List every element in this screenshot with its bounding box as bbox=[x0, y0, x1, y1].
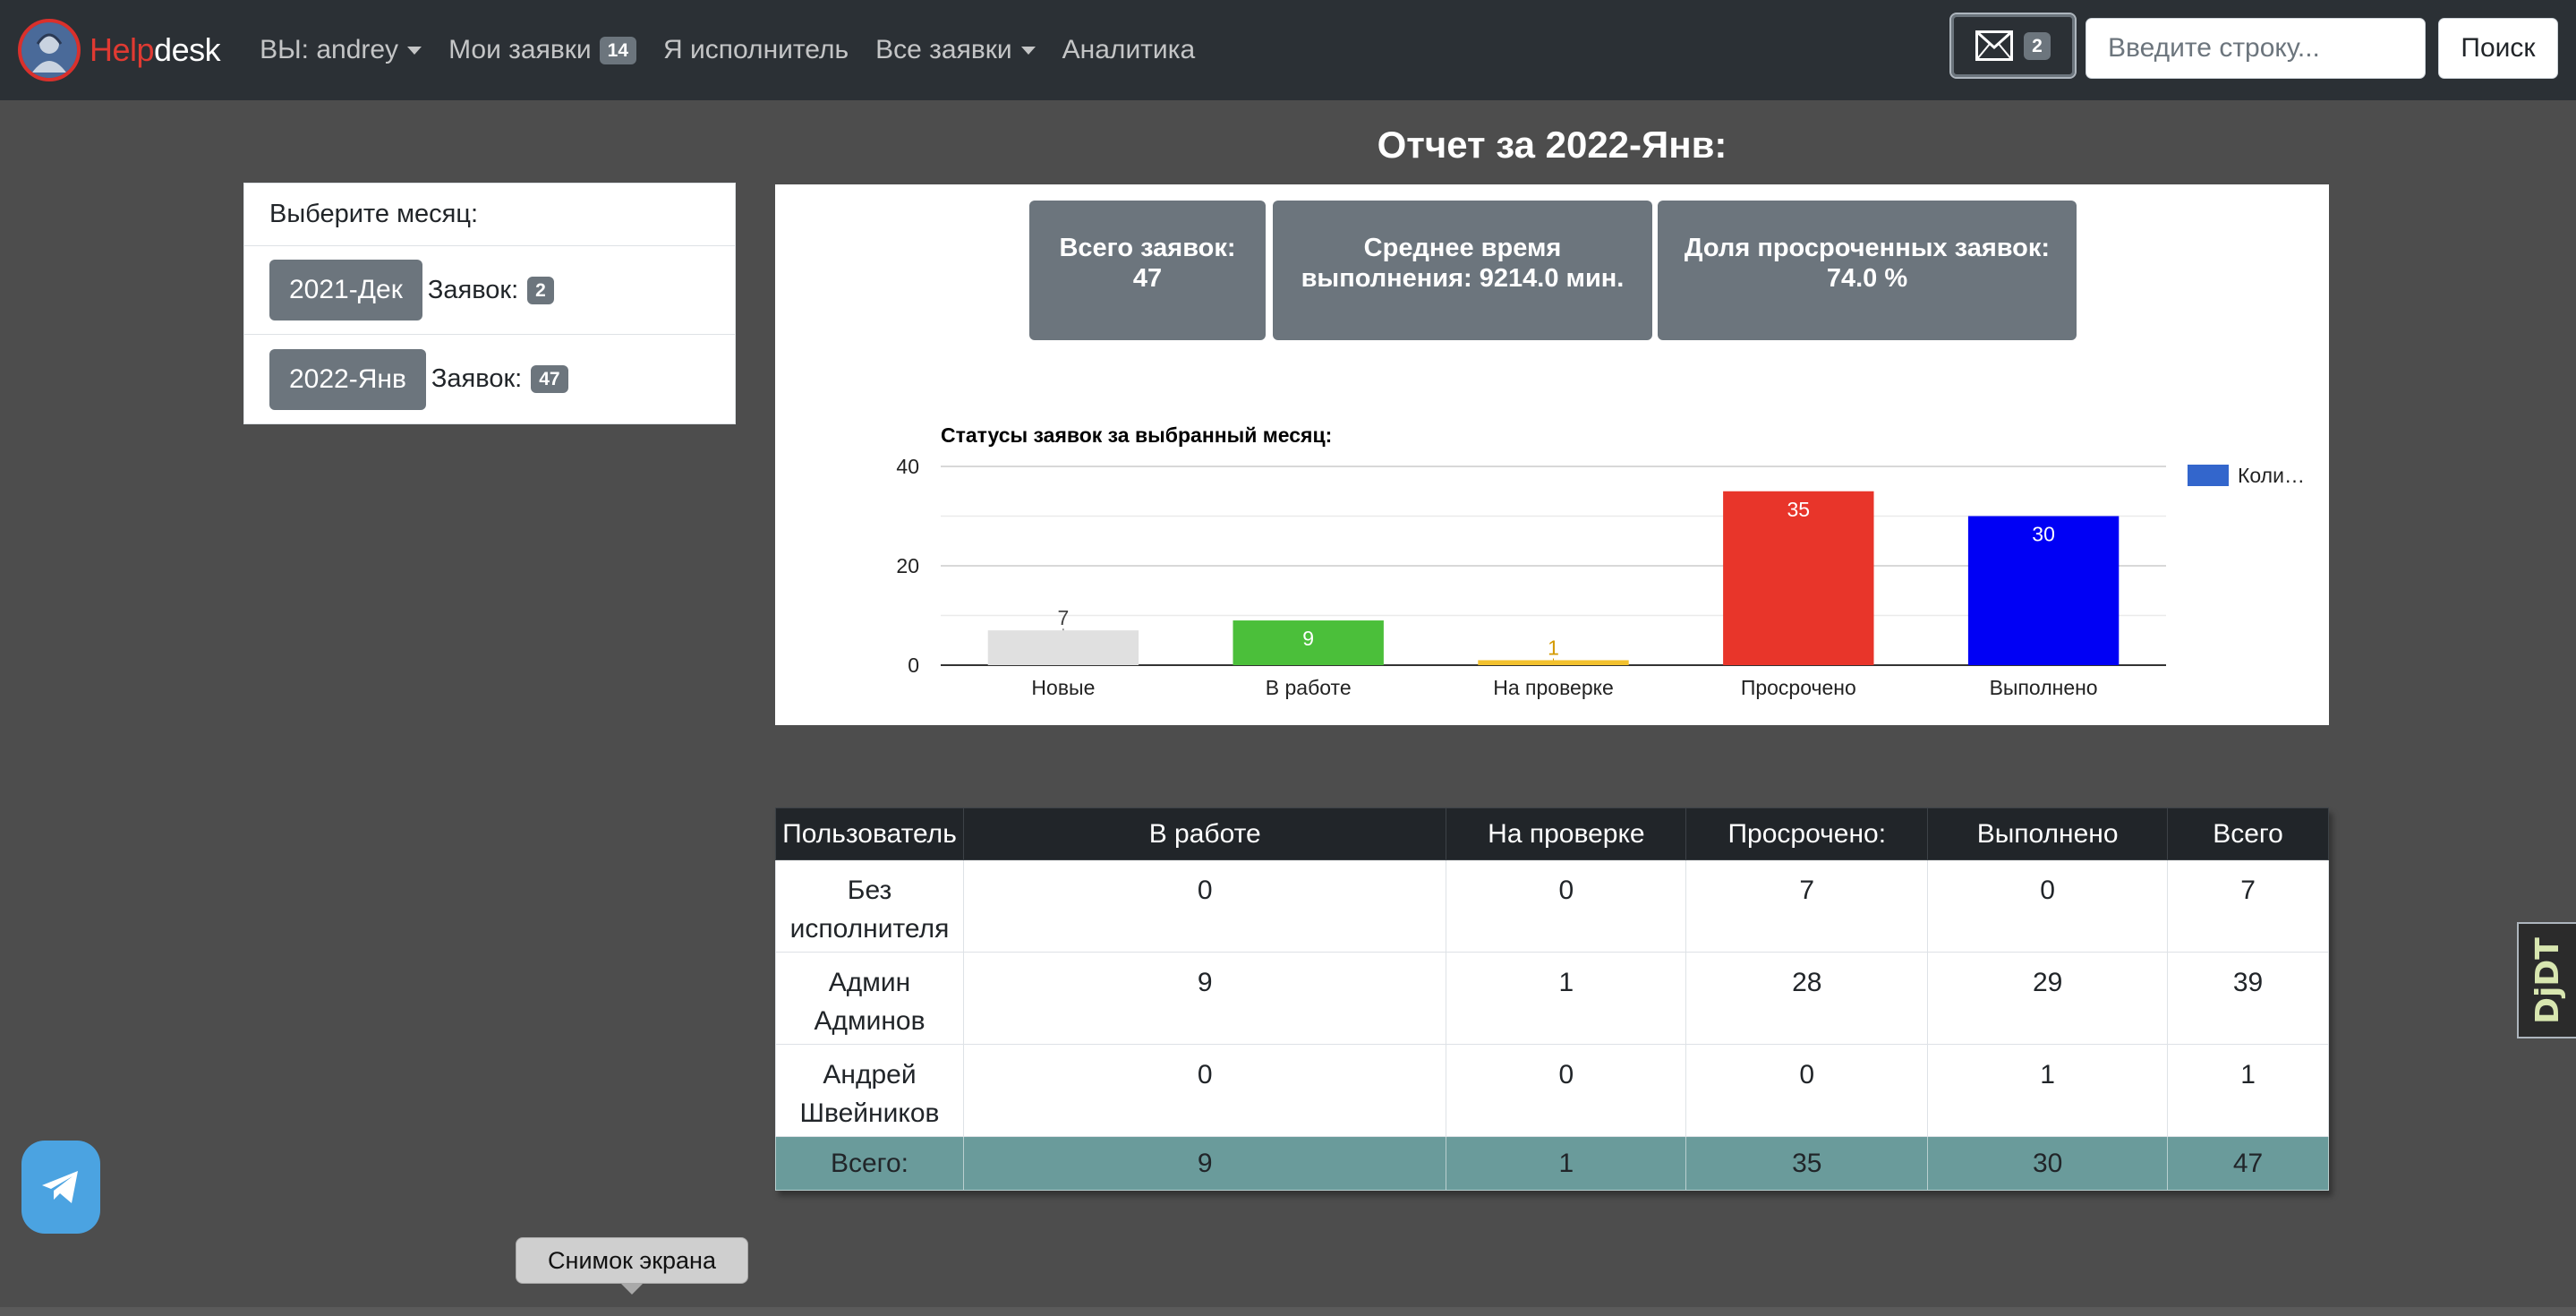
chevron-down-icon bbox=[1020, 46, 1036, 55]
data-label: 35 bbox=[1787, 498, 1811, 521]
navbar: Helpdesk ВЫ: andrey Мои заявки 14 Я испо… bbox=[0, 0, 2576, 100]
table-cell: 0 bbox=[1446, 859, 1687, 953]
all-tickets-dropdown[interactable]: Все заявки bbox=[875, 35, 1036, 65]
nav-my-tickets[interactable]: Мои заявки 14 bbox=[448, 35, 637, 65]
envelope-icon bbox=[1975, 30, 2014, 61]
table-cell: 7 bbox=[1685, 859, 1929, 953]
nav-executor-label: Я исполнитель bbox=[663, 35, 849, 64]
y-tick-label: 20 bbox=[896, 554, 919, 577]
table-cell: 0 bbox=[1927, 859, 2169, 953]
status-bar-chart: Статусы заявок за выбранный месяц: 0 20 40… bbox=[896, 423, 2305, 699]
month-count-label: Заявок: bbox=[431, 364, 523, 393]
x-tick-label: Выполнено bbox=[1990, 676, 2098, 699]
column-header: Просрочено: bbox=[1685, 808, 1929, 860]
table-cell: 28 bbox=[1685, 952, 1929, 1045]
data-label: 1 bbox=[1548, 636, 1559, 659]
my-tickets-count-badge: 14 bbox=[599, 36, 637, 64]
month-button-2021-dec[interactable]: 2021-Дек bbox=[269, 260, 422, 320]
brand-name: Helpdesk bbox=[90, 31, 221, 68]
table-total-row: Всего: 9 1 35 30 47 bbox=[775, 1136, 2329, 1191]
data-label: 7 bbox=[1058, 606, 1070, 629]
bar-0 bbox=[987, 630, 1139, 665]
x-tick-label: На проверке bbox=[1493, 676, 1614, 699]
table-row: Без исполнителя 0 0 7 0 7 bbox=[775, 859, 2329, 953]
messages-count-badge: 2 bbox=[2024, 31, 2051, 60]
bar-2 bbox=[1478, 660, 1629, 665]
legend-swatch bbox=[2188, 465, 2229, 486]
table-cell: 0 bbox=[962, 1044, 1447, 1137]
messages-button[interactable]: 2 bbox=[1949, 13, 2077, 79]
table-cell: 1 bbox=[2167, 1044, 2329, 1137]
column-header: На проверке bbox=[1446, 808, 1687, 860]
table-cell: 47 bbox=[2167, 1136, 2329, 1191]
table-cell: 35 bbox=[1685, 1136, 1929, 1191]
column-header: Всего bbox=[2167, 808, 2329, 860]
table-cell: 9 bbox=[962, 1136, 1447, 1191]
nav-my-tickets-label: Мои заявки bbox=[448, 35, 592, 64]
month-count-badge: 2 bbox=[527, 276, 554, 304]
brand-link[interactable]: Helpdesk bbox=[18, 19, 221, 81]
x-tick-label: Просрочено bbox=[1741, 676, 1856, 699]
column-header: Пользователь bbox=[775, 808, 964, 860]
telegram-button[interactable] bbox=[21, 1141, 100, 1234]
table-row: Андрей Швейников 0 0 0 1 1 bbox=[775, 1044, 2329, 1137]
summary-table: Пользователь В работе На проверке Просро… bbox=[775, 808, 2329, 1191]
table-cell: 30 bbox=[1927, 1136, 2169, 1191]
all-tickets-label: Все заявки bbox=[875, 35, 1012, 64]
table-cell: 0 bbox=[962, 859, 1447, 953]
debug-toolbar-label: DjDT bbox=[2529, 936, 2566, 1024]
column-header: Выполнено bbox=[1927, 808, 2169, 860]
x-tick-label: В работе bbox=[1266, 676, 1352, 699]
data-label: 30 bbox=[2032, 523, 2055, 546]
brand-logo-icon bbox=[18, 19, 81, 81]
list-item: 2022-Янв Заявок: 47 bbox=[244, 335, 735, 423]
nav-analytics[interactable]: Аналитика bbox=[1062, 35, 1196, 65]
user-cell: Админ Админов bbox=[775, 952, 964, 1045]
screenshot-tooltip: Снимок экрана bbox=[516, 1237, 748, 1284]
table-cell: 0 bbox=[1685, 1044, 1929, 1137]
table-row: Админ Админов 9 1 28 29 39 bbox=[775, 952, 2329, 1045]
table-cell: 9 bbox=[962, 952, 1447, 1045]
telegram-icon bbox=[42, 1171, 78, 1203]
table-cell: 1 bbox=[1446, 952, 1687, 1045]
table-cell: 1 bbox=[1927, 1044, 2169, 1137]
table-cell: 1 bbox=[1446, 1136, 1687, 1191]
month-selector-panel: Выберите месяц: 2021-Дек Заявок: 2 2022-… bbox=[243, 183, 736, 424]
table-cell: 7 bbox=[2167, 859, 2329, 953]
report-card: Всего заявок: 47 Среднее время выполнени… bbox=[775, 184, 2329, 725]
chart-title: Статусы заявок за выбранный месяц: bbox=[941, 423, 1332, 447]
table-cell: 39 bbox=[2167, 952, 2329, 1045]
user-cell: Андрей Швейников bbox=[775, 1044, 964, 1137]
page-title: Отчет за 2022-Янв: bbox=[1377, 124, 1727, 166]
chevron-down-icon bbox=[407, 46, 422, 55]
table-cell: 0 bbox=[1446, 1044, 1687, 1137]
month-count-badge: 47 bbox=[531, 365, 568, 393]
user-cell: Без исполнителя bbox=[775, 859, 964, 953]
table-header-row: Пользователь В работе На проверке Просро… bbox=[775, 808, 2329, 860]
user-menu-label: ВЫ: andrey bbox=[260, 35, 399, 64]
tooltip-arrow bbox=[621, 1284, 643, 1295]
debug-toolbar-handle[interactable]: DjDT bbox=[2517, 922, 2576, 1038]
data-label: 9 bbox=[1302, 627, 1314, 650]
bottom-edge bbox=[0, 1307, 2576, 1316]
search-button[interactable]: Поиск bbox=[2438, 18, 2558, 79]
legend-label: Коли… bbox=[2238, 464, 2305, 487]
x-tick-label: Новые bbox=[1031, 676, 1095, 699]
column-header: В работе bbox=[962, 808, 1447, 860]
nav-analytics-label: Аналитика bbox=[1062, 35, 1196, 64]
month-selector-header: Выберите месяц: bbox=[244, 184, 735, 246]
search-input[interactable] bbox=[2086, 18, 2426, 79]
nav-executor[interactable]: Я исполнитель bbox=[663, 35, 849, 65]
y-tick-label: 40 bbox=[896, 455, 919, 478]
month-button-2022-jan[interactable]: 2022-Янв bbox=[269, 348, 426, 410]
user-menu-dropdown[interactable]: ВЫ: andrey bbox=[260, 35, 422, 65]
month-count-label: Заявок: bbox=[427, 275, 519, 304]
total-label-cell: Всего: bbox=[775, 1136, 964, 1191]
y-tick-label: 0 bbox=[908, 654, 919, 677]
table-cell: 29 bbox=[1927, 952, 2169, 1045]
list-item: 2021-Дек Заявок: 2 bbox=[244, 246, 735, 335]
